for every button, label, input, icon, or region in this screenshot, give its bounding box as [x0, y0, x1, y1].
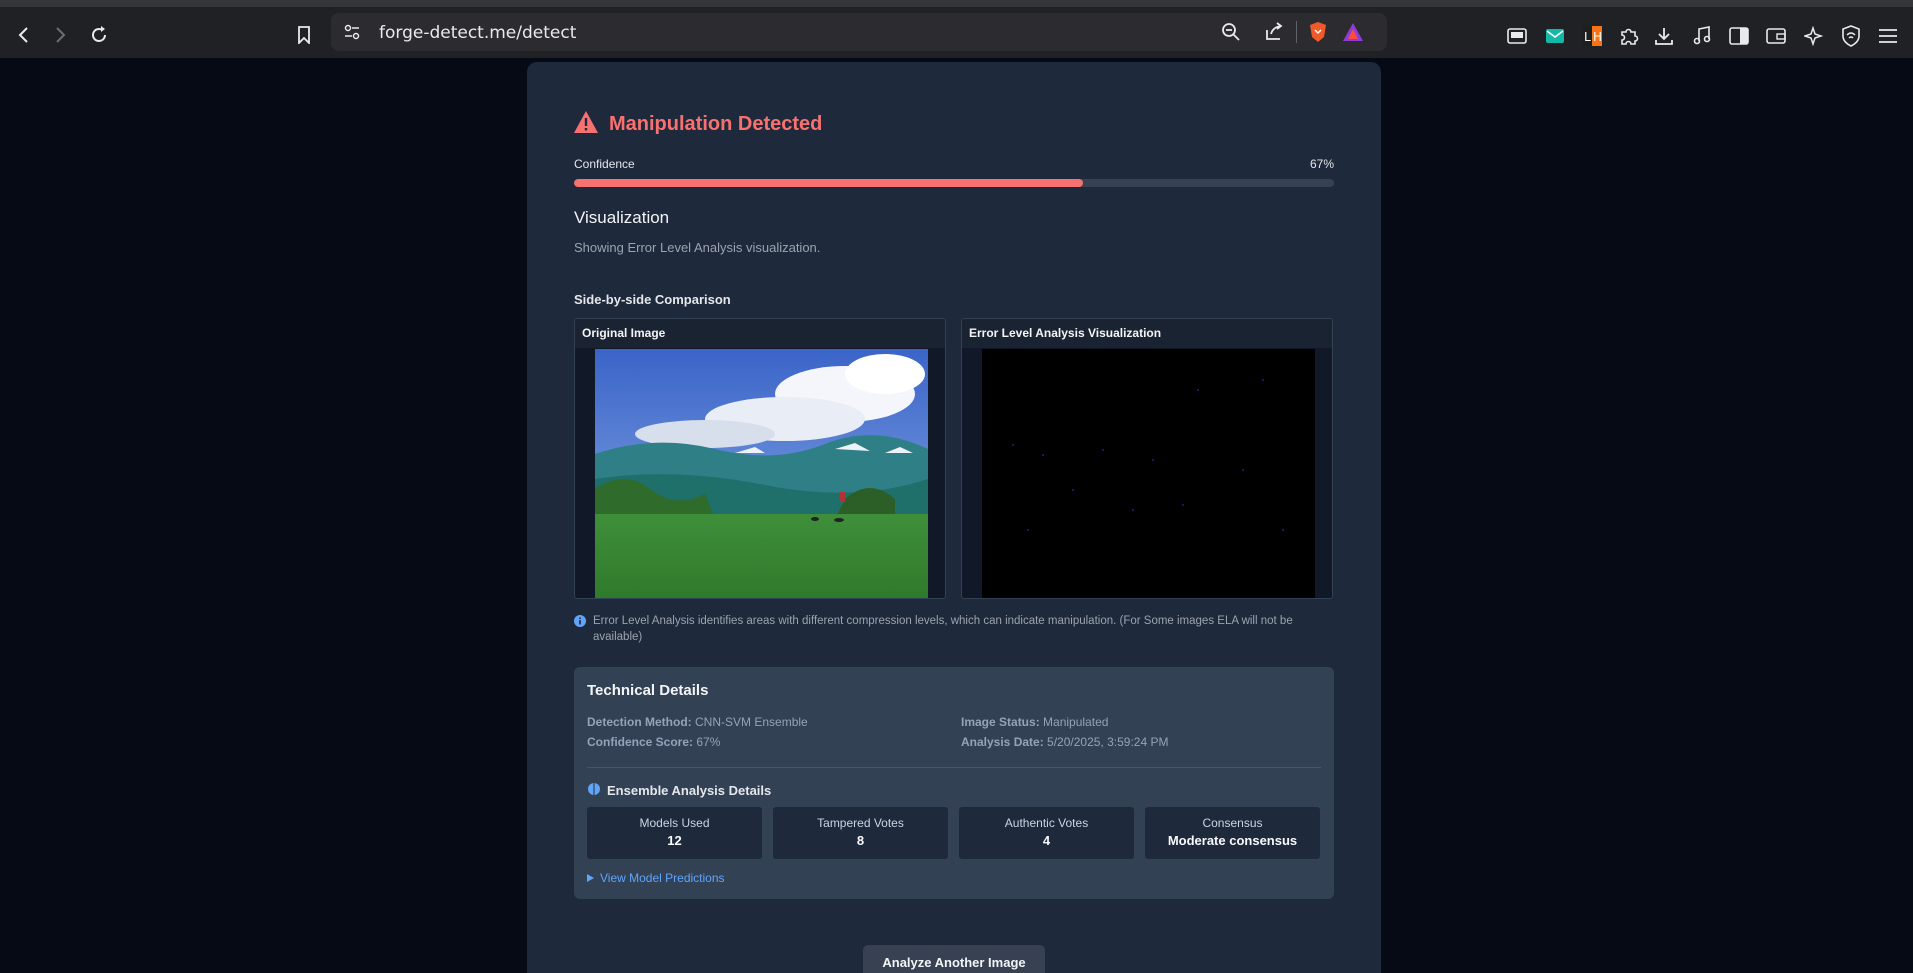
stat-consensus: Consensus Moderate consensus [1145, 807, 1320, 859]
svg-text:L: L [1584, 30, 1591, 44]
comparison-title: Side-by-side Comparison [574, 292, 731, 307]
original-image-panel: Original Image [574, 318, 946, 599]
confidence-label: Confidence [574, 157, 635, 171]
stat-value: 4 [1042, 833, 1051, 848]
vpn-icon[interactable] [1840, 25, 1862, 47]
result-header: Manipulation Detected [573, 110, 822, 139]
detection-method-value: CNN-SVM Ensemble [695, 715, 808, 729]
stat-value: Moderate consensus [1167, 833, 1298, 848]
detection-method: Detection Method: CNN-SVM Ensemble [587, 715, 808, 729]
download-icon[interactable] [1653, 25, 1675, 47]
brave-rewards-icon[interactable] [1342, 22, 1364, 47]
site-settings-icon[interactable] [343, 23, 361, 46]
lighthouse-extension-icon[interactable]: LH [1581, 25, 1603, 47]
analyze-another-image-button[interactable]: Analyze Another Image [863, 945, 1045, 973]
stat-models-used: Models Used 12 [587, 807, 762, 859]
stat-authentic-votes: Authentic Votes 4 [959, 807, 1134, 859]
ela-visualization [982, 349, 1315, 598]
confidence-score-label: Confidence Score: [587, 735, 694, 749]
bookmark-icon[interactable] [292, 23, 316, 47]
forward-icon[interactable] [48, 23, 72, 47]
brain-icon [587, 782, 601, 799]
visualization-title: Visualization [574, 208, 670, 227]
original-image [595, 349, 928, 598]
technical-details-panel: Technical Details Detection Method: CNN-… [574, 667, 1334, 899]
address-bar[interactable]: forge-detect.me/detect [331, 13, 1387, 51]
detection-method-label: Detection Method: [587, 715, 692, 729]
info-icon [574, 615, 586, 645]
ela-info-text: Error Level Analysis identifies areas wi… [593, 615, 1293, 643]
analysis-date-value: 5/20/2025, 3:59:24 PM [1047, 735, 1169, 749]
music-icon[interactable] [1691, 25, 1713, 47]
ela-panel: Error Level Analysis Visualization [961, 318, 1333, 599]
image-status: Image Status: Manipulated [961, 715, 1108, 729]
zoom-out-icon[interactable] [1221, 22, 1241, 47]
technical-details-title: Technical Details [587, 682, 709, 699]
sidebar-toggle-icon[interactable] [1728, 25, 1750, 47]
url-divider [1296, 21, 1297, 43]
section-divider [587, 767, 1321, 768]
extensions-puzzle-icon[interactable] [1618, 25, 1640, 47]
result-title: Manipulation Detected [609, 113, 823, 135]
confidence-score-value: 67% [696, 735, 721, 749]
leo-ai-icon[interactable] [1803, 25, 1825, 47]
stat-tampered-votes: Tampered Votes 8 [773, 807, 948, 859]
view-model-predictions-label[interactable]: View Model Predictions [600, 871, 725, 885]
stat-label: Authentic Votes [1004, 816, 1089, 830]
stat-label: Consensus [1202, 816, 1263, 830]
ensemble-header: Ensemble Analysis Details [587, 782, 771, 799]
back-icon[interactable] [12, 23, 36, 47]
tab-manager-icon[interactable] [1506, 25, 1528, 47]
ela-info-note: Error Level Analysis identifies areas wi… [574, 613, 1334, 645]
url-text[interactable]: forge-detect.me/detect [379, 23, 576, 43]
confidence-bar-fill [574, 179, 1084, 187]
confidence-value: 67% [1310, 157, 1335, 171]
analysis-date-label: Analysis Date: [961, 735, 1044, 749]
warning-icon [573, 110, 599, 139]
browser-toolbar: forge-detect.me/detect LH [0, 0, 1913, 58]
image-status-label: Image Status: [961, 715, 1040, 729]
stat-value: 12 [667, 833, 682, 848]
image-status-value: Manipulated [1043, 715, 1109, 729]
stat-label: Tampered Votes [817, 816, 904, 830]
wallet-icon[interactable] [1765, 25, 1787, 47]
stat-value: 8 [856, 833, 865, 848]
triangle-right-icon [587, 871, 594, 885]
original-image-label: Original Image [575, 319, 945, 348]
stat-label: Models Used [639, 816, 710, 830]
confidence-bar [574, 179, 1334, 187]
confidence-score: Confidence Score: 67% [587, 735, 720, 749]
ensemble-title: Ensemble Analysis Details [607, 783, 772, 798]
reload-icon[interactable] [87, 23, 111, 47]
share-icon[interactable] [1264, 22, 1284, 47]
svg-text:H: H [1593, 30, 1602, 44]
mail-extension-icon[interactable] [1544, 25, 1566, 47]
menu-icon[interactable] [1877, 25, 1899, 47]
ela-label: Error Level Analysis Visualization [962, 319, 1332, 348]
view-model-predictions-toggle[interactable]: View Model Predictions [587, 871, 725, 885]
visualization-subtitle: Showing Error Level Analysis visualizati… [574, 240, 821, 255]
brave-shield-icon[interactable] [1308, 21, 1328, 48]
analysis-date: Analysis Date: 5/20/2025, 3:59:24 PM [961, 735, 1168, 749]
